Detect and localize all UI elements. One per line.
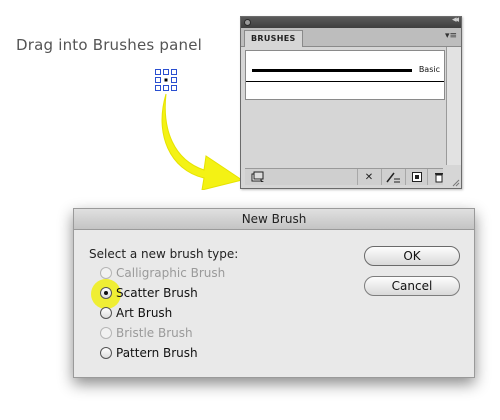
delete-brush-icon[interactable]: [427, 169, 450, 185]
panel-footer: ✕: [245, 168, 443, 185]
divider: [246, 81, 444, 82]
instruction-caption: Drag into Brushes panel: [16, 36, 203, 54]
radio-label: Pattern Brush: [116, 346, 198, 360]
panel-tab-row: BRUSHES ▾≡: [241, 28, 461, 47]
radio-label: Bristle Brush: [116, 326, 193, 340]
scrollbar[interactable]: [446, 47, 461, 165]
cancel-button[interactable]: Cancel: [364, 276, 460, 296]
brush-options-icon[interactable]: [381, 169, 404, 185]
new-brush-dialog: New Brush Select a new brush type: Calli…: [73, 208, 475, 378]
radio-calligraphic-brush: Calligraphic Brush: [100, 264, 225, 282]
radio-button-icon[interactable]: [100, 287, 112, 299]
collapse-icon[interactable]: ◂◂: [452, 15, 459, 25]
brush-list: Basic: [245, 50, 445, 100]
radio-button-icon: [100, 267, 112, 279]
radio-button-icon[interactable]: [100, 347, 112, 359]
brushes-panel: ◂◂ BRUSHES ▾≡ Basic ✕: [240, 15, 462, 189]
brush-stroke-preview: [252, 69, 412, 72]
radio-art-brush[interactable]: Art Brush: [100, 304, 172, 322]
radio-label: Art Brush: [116, 306, 173, 320]
resize-grip-icon[interactable]: [452, 179, 460, 187]
radio-label: Calligraphic Brush: [116, 266, 226, 280]
close-icon[interactable]: [244, 19, 251, 26]
radio-label: Scatter Brush: [116, 286, 198, 300]
brush-name: Basic: [418, 65, 440, 74]
radio-bristle-brush: Bristle Brush: [100, 324, 193, 342]
tab-brushes[interactable]: BRUSHES: [244, 30, 303, 47]
dialog-prompt: Select a new brush type:: [89, 247, 239, 261]
selected-object-icon[interactable]: [154, 68, 178, 92]
new-brush-icon[interactable]: [405, 169, 428, 185]
ok-button[interactable]: OK: [364, 246, 460, 266]
radio-scatter-brush[interactable]: Scatter Brush: [100, 284, 198, 302]
dialog-title: New Brush: [74, 209, 474, 230]
panel-menu-icon[interactable]: ▾≡: [445, 31, 457, 41]
brush-libraries-icon[interactable]: [247, 169, 269, 185]
brush-item[interactable]: Basic: [252, 65, 440, 77]
remove-stroke-icon[interactable]: ✕: [357, 169, 380, 185]
radio-button-icon: [100, 327, 112, 339]
panel-title-bar[interactable]: ◂◂: [241, 15, 461, 28]
drag-arrow-icon: [161, 93, 244, 190]
radio-pattern-brush[interactable]: Pattern Brush: [100, 344, 198, 362]
radio-button-icon[interactable]: [100, 307, 112, 319]
